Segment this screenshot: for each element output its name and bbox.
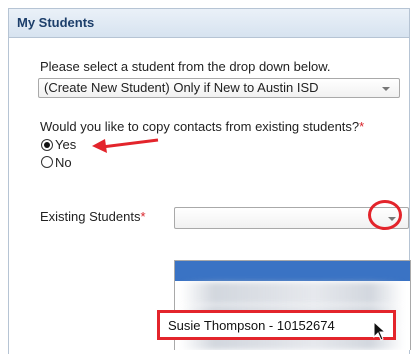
student-select[interactable]: (Create New Student) Only if New to Aust… (38, 78, 400, 98)
required-asterisk: * (140, 209, 146, 224)
radio-no-label: No (55, 155, 72, 170)
blurred-list-item[interactable] (181, 282, 404, 304)
cursor-icon (373, 321, 387, 341)
existing-students-label-text: Existing Students (40, 209, 141, 224)
radio-yes-label: Yes (55, 137, 77, 152)
panel-title: My Students (9, 9, 409, 38)
copy-contacts-question: Would you like to copy contacts from exi… (40, 119, 364, 134)
annotation-arrow (92, 138, 159, 153)
student-select-value: (Create New Student) Only if New to Aust… (44, 80, 319, 95)
radio-no[interactable] (41, 156, 53, 168)
required-asterisk: * (359, 119, 365, 134)
radio-yes[interactable] (41, 139, 53, 151)
chevron-down-icon (382, 87, 390, 91)
highlighted-student-option[interactable]: Susie Thompson - 10152674 (157, 310, 396, 341)
annotation-circle (368, 200, 402, 230)
student-select-prompt: Please select a student from the drop do… (40, 59, 331, 74)
student-option-label: Susie Thompson - 10152674 (168, 318, 335, 333)
existing-students-label: Existing Students* (40, 209, 146, 224)
dropdown-selected-row[interactable] (175, 261, 410, 281)
copy-contacts-question-text: Would you like to copy contacts from exi… (40, 119, 360, 134)
